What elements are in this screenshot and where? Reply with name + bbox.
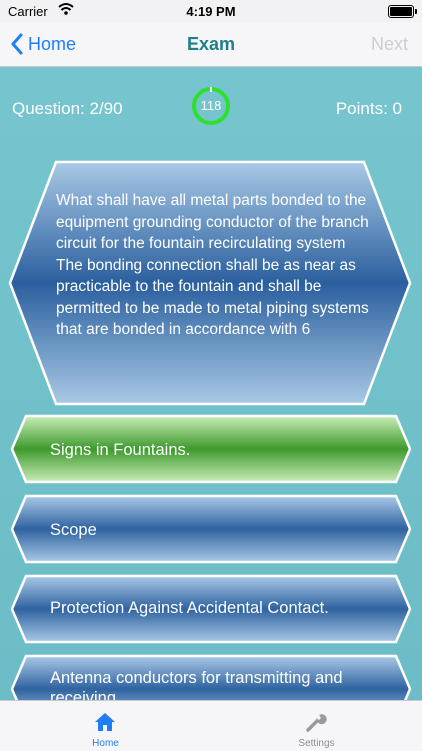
answer-label: Signs in Fountains. [50,441,191,459]
points-counter: Points: 0 [335,99,402,118]
tab-settings[interactable]: Settings [211,701,422,751]
question-text: What shall have all metal parts bonded t… [56,192,369,338]
timer: 118 [191,86,231,126]
tab-bar: Home Settings [0,700,422,751]
wrench-icon [306,714,327,732]
timer-value: 118 [200,98,222,113]
page-title: Exam [186,34,236,54]
navigation-bar: Home Exam Next [0,22,422,67]
exam-stats: Question: 2/90 118 Points: 0 [0,66,422,150]
question-card: What shall have all metal parts bonded t… [8,160,412,406]
question-counter: Question: 2/90 [12,99,123,118]
answer-label: Antenna conductors for transmitting and … [50,669,343,700]
clock: 4:19 PM [186,4,236,19]
answer-option-2[interactable]: Scope [10,494,412,564]
battery-icon [388,5,417,18]
tab-home-label: Home [92,738,119,749]
answer-option-3[interactable]: Protection Against Accidental Contact. [10,574,412,644]
answer-label: Protection Against Accidental Contact. [50,599,329,617]
answer-option-4[interactable]: Antenna conductors for transmitting and … [10,654,412,700]
answer-option-1[interactable]: Signs in Fountains. [10,414,412,484]
next-button[interactable]: Next [371,22,408,66]
tab-settings-label: Settings [298,738,335,749]
answer-label: Scope [50,521,97,539]
status-bar: Carrier 4:19 PM [0,0,422,22]
tab-home[interactable]: Home [0,701,211,751]
home-icon [95,713,115,731]
